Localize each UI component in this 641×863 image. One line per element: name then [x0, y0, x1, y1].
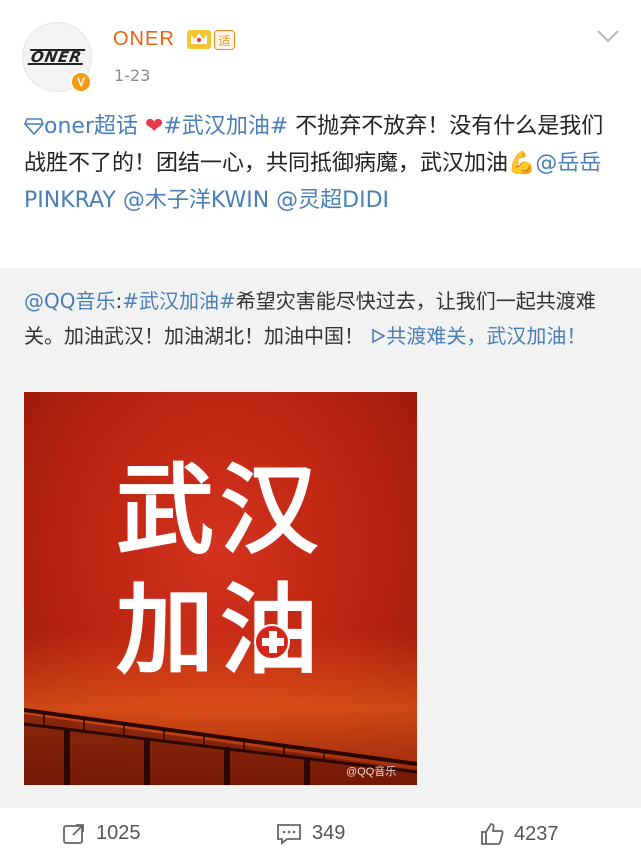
like-count: 4237: [514, 822, 559, 845]
like-button[interactable]: 4237: [480, 822, 559, 846]
action-bar: 1025 349 4237: [0, 808, 641, 863]
post-body: oner超话 ❤#武汉加油# 不抛弃不放弃！没有什么是我们战胜不了的！团结一心，…: [24, 108, 624, 219]
supertopic-link[interactable]: oner超话: [44, 114, 138, 139]
mention-link[interactable]: @木子洋KWIN: [123, 188, 269, 213]
chevron-down-icon[interactable]: [596, 28, 620, 44]
play-icon: [372, 328, 387, 344]
repost-count: 1025: [96, 822, 141, 844]
crown-icon: [187, 30, 211, 49]
comment-count: 349: [312, 822, 346, 844]
tag-icon: 适: [214, 30, 235, 50]
mention-link[interactable]: @灵超DIDI: [276, 188, 389, 213]
supertopic-diamond-icon: [24, 118, 44, 136]
repost-card[interactable]: @QQ音乐:#武汉加油#希望灾害能尽快过去，让我们一起共渡难关。加油武汉！加油湖…: [0, 268, 641, 808]
poster-char: 武: [116, 453, 215, 568]
red-cross-icon: [254, 624, 290, 660]
post-date: 1-23: [114, 66, 151, 85]
repost-body: @QQ音乐:#武汉加油#希望灾害能尽快过去，让我们一起共渡难关。加油武汉！加油湖…: [24, 289, 596, 348]
poster-char: 汉: [220, 453, 319, 568]
hashtag-link[interactable]: #武汉加油#: [122, 289, 236, 313]
thumbs-up-icon: [481, 823, 504, 845]
repost-image[interactable]: 武 汉 加 油 @QQ音乐: [24, 392, 417, 785]
video-link-label: 共渡难关，武汉加油！: [386, 324, 587, 348]
share-icon: [63, 823, 84, 844]
image-watermark: @QQ音乐: [346, 766, 397, 778]
flexed-biceps-icon: 💪: [508, 151, 536, 176]
heart-icon: ❤: [144, 114, 164, 139]
hashtag-link[interactable]: #武汉加油#: [163, 114, 288, 139]
post-header: ONER V ONER 适 1-23: [0, 0, 641, 100]
poster-char: 加: [116, 573, 215, 688]
username[interactable]: ONER: [113, 28, 175, 51]
verified-badge-icon: V: [70, 71, 92, 93]
video-link[interactable]: 共渡难关，武汉加油！: [370, 324, 586, 348]
repost-button[interactable]: 1025: [62, 822, 141, 845]
repost-author-link[interactable]: @QQ音乐: [24, 289, 115, 313]
avatar-logo: ONER: [28, 48, 86, 66]
comment-icon: [277, 823, 301, 845]
comment-button[interactable]: 349: [276, 822, 345, 845]
